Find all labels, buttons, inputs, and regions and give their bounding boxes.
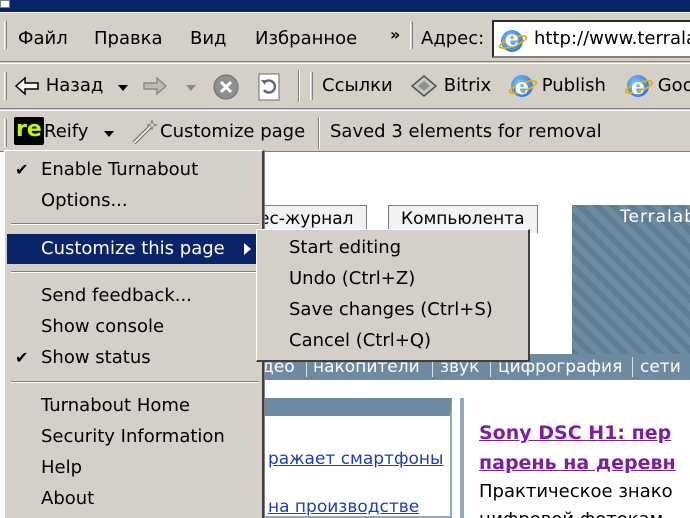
submenu-item-save-changes[interactable]: Save changes (Ctrl+S) (259, 295, 525, 325)
menu-item-send-feedback[interactable]: Send feedback... (7, 281, 261, 311)
link-google[interactable]: e Goo (623, 70, 690, 102)
headline-link[interactable]: Sony DSC H1: пер парень на деревн (479, 418, 676, 478)
check-icon: ✔ (15, 348, 29, 367)
submenu-arrow-icon (244, 243, 251, 255)
menu-item-show-status[interactable]: ✔ Show status (7, 343, 261, 373)
menu-item-label: Turnabout Home (41, 395, 190, 416)
menu-item-label: Send feedback... (41, 285, 192, 306)
reify-menu-button[interactable]: Reify (44, 116, 88, 148)
navigation-toolbar: Назад Ссылки Bitrix e Publish e Goo (0, 63, 690, 109)
address-input[interactable]: e http://www.terralab (492, 20, 690, 58)
content-divider (460, 398, 464, 518)
menu-item-label: Show status (41, 347, 151, 368)
reify-toolbar: re Reify Customize page Saved 3 elements… (0, 110, 690, 152)
menu-more-chevron[interactable]: » (390, 25, 400, 44)
toolbar-grip[interactable] (4, 72, 7, 100)
toolbar-grip[interactable] (4, 21, 7, 49)
teaser-line: Практическое знако (479, 481, 673, 502)
back-button[interactable]: Назад (14, 70, 103, 102)
toolbar-separator (298, 70, 300, 102)
toolbar-grip[interactable] (410, 21, 413, 49)
forward-dropdown-arrow[interactable] (186, 85, 196, 91)
link-bitrix-label: Bitrix (443, 75, 492, 96)
menu-item-label: Security Information (41, 426, 225, 447)
forward-arrow-icon (143, 76, 168, 96)
menu-view[interactable]: Вид (190, 27, 227, 51)
reify-dropdown-menu: ✔ Enable Turnabout Options... Customize … (4, 150, 264, 518)
site-banner: Terralab (572, 205, 690, 355)
menu-item-label: Customize this page (41, 238, 225, 259)
menu-edit[interactable]: Правка (94, 27, 163, 51)
ie-link-icon: e (507, 73, 539, 100)
submenu-item-cancel[interactable]: Cancel (Ctrl+Q) (259, 326, 525, 356)
link-google-label: Goo (657, 75, 690, 96)
menu-item-options[interactable]: Options... (7, 186, 261, 216)
menu-item-label: Show console (41, 316, 165, 337)
submenu-item-undo[interactable]: Undo (Ctrl+Z) (259, 264, 525, 294)
headline-line: парень на деревн (479, 452, 676, 474)
check-icon: ✔ (15, 160, 29, 179)
toolbar-grip[interactable] (4, 119, 7, 147)
magic-wand-icon[interactable] (130, 117, 160, 147)
ie-page-icon: e (497, 26, 529, 54)
category-divider (632, 357, 633, 377)
system-menu-icon[interactable] (0, 0, 10, 8)
back-arrow-icon (14, 76, 39, 96)
menu-file[interactable]: Файл (18, 27, 68, 51)
menu-separator (11, 271, 259, 273)
sidebar-news-link[interactable]: на производстве (268, 497, 419, 517)
customize-submenu: Start editing Undo (Ctrl+Z) Save changes… (256, 229, 530, 362)
forward-button[interactable] (142, 70, 168, 102)
article-teaser: Практическое знако цифровой фотокам (479, 478, 673, 518)
menu-item-enable-turnabout[interactable]: ✔ Enable Turnabout (7, 155, 261, 185)
link-publish[interactable]: e Publish (507, 70, 606, 102)
banner-title: Terralab (620, 207, 690, 227)
back-dropdown-arrow[interactable] (118, 85, 128, 91)
address-value: http://www.terralab (534, 28, 690, 49)
menu-item-label: Options... (41, 190, 128, 211)
bitrix-link-icon (410, 75, 438, 97)
links-label: Ссылки (322, 75, 393, 96)
menu-item-turnabout-home[interactable]: Turnabout Home (7, 391, 261, 421)
ie-link-icon: e (623, 73, 655, 100)
menu-separator (11, 223, 259, 225)
reify-logo-text: re (16, 117, 42, 142)
menu-separator (11, 381, 259, 383)
refresh-icon[interactable] (256, 72, 282, 102)
menu-item-help[interactable]: Help (7, 453, 261, 483)
toolbar-grip[interactable] (310, 72, 313, 100)
headline-line: Sony DSC H1: пер (479, 422, 672, 444)
stop-icon[interactable] (212, 73, 240, 101)
menu-item-customize-this-page[interactable]: Customize this page (7, 234, 261, 264)
toolbar-separator (318, 117, 320, 149)
menu-item-label: Enable Turnabout (41, 159, 199, 180)
menu-item-security-information[interactable]: Security Information (7, 422, 261, 452)
category-networks[interactable]: сети (640, 354, 681, 380)
menu-item-show-console[interactable]: Show console (7, 312, 261, 342)
menu-item-label: Help (41, 457, 83, 478)
back-label: Назад (45, 75, 104, 96)
submenu-item-start-editing[interactable]: Start editing (259, 233, 525, 263)
teaser-line: цифровой фотокам (479, 506, 673, 518)
menu-favorites[interactable]: Избранное (255, 27, 357, 51)
link-bitrix[interactable]: Bitrix (410, 70, 491, 102)
reify-logo-icon[interactable]: re (14, 117, 44, 145)
menu-item-label: About (41, 488, 95, 509)
reify-status-text: Saved 3 elements for removal (330, 121, 602, 142)
window-title-bar (0, 0, 690, 12)
link-publish-label: Publish (541, 75, 606, 96)
menu-bar: Файл Правка Вид Избранное » Адрес: e htt… (0, 12, 690, 62)
address-label: Адрес: (421, 28, 485, 49)
sidebar-news-link[interactable]: ражает смартфоны (268, 449, 443, 469)
reify-dropdown-arrow[interactable] (104, 131, 114, 137)
customize-page-button[interactable]: Customize page (160, 116, 305, 148)
menu-item-about[interactable]: About (7, 484, 261, 514)
